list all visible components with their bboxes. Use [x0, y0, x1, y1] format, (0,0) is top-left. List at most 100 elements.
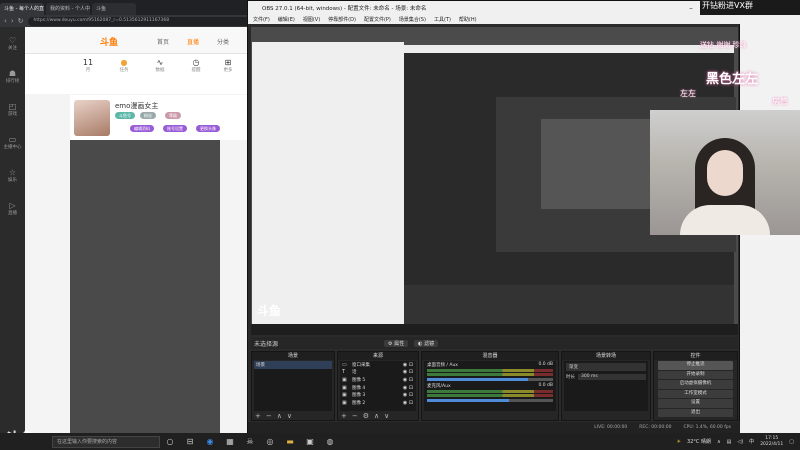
start-recording-button[interactable]: 开始录制 — [658, 370, 733, 379]
overlay-text: 房管 — [772, 97, 788, 106]
transition-select[interactable]: 渐变 — [566, 363, 646, 371]
rail-item-fun[interactable]: ☆ 娱乐 — [0, 159, 25, 192]
url-input[interactable]: https://www.douyu.com/95162087_r=0.51356… — [27, 16, 250, 26]
filters-button[interactable]: ◐ 滤镜 — [414, 339, 439, 347]
exit-button[interactable]: 退出 — [658, 408, 733, 417]
scene-item[interactable]: 场景 — [254, 361, 332, 369]
settings-button[interactable]: 设置 — [658, 399, 733, 408]
stats-row: 11 月 ● 任务 ∿ 数据 ◷ 提醒 ⊞ 更多 — [25, 54, 250, 94]
menu-file[interactable]: 文件(F) — [253, 16, 270, 23]
stop-streaming-button[interactable]: 停止推流 — [658, 361, 733, 370]
menu-profile[interactable]: 配置文件(P) — [364, 16, 391, 23]
menu-docks[interactable]: 停靠部件(D) — [328, 16, 356, 23]
eye-icon[interactable]: ◉ ⊡ — [403, 385, 416, 391]
network-icon[interactable]: ▤ — [727, 439, 732, 445]
menu-help[interactable]: 帮助(H) — [459, 16, 477, 23]
eye-icon[interactable]: ◉ ⊡ — [403, 369, 416, 375]
chevron-up-icon[interactable]: ∧ — [717, 439, 721, 445]
source-item[interactable]: ▣ 图像 5 ◉ ⊡ — [340, 376, 416, 384]
rail-item-live[interactable]: ▷ 直播 — [0, 192, 25, 225]
source-item[interactable]: ▣ 图像 3 ◉ ⊡ — [340, 391, 416, 399]
stat-item[interactable]: 11 月 — [73, 58, 103, 73]
reload-icon[interactable]: ↻ — [18, 17, 24, 25]
add-icon[interactable]: + — [255, 412, 261, 420]
source-item[interactable]: ▣ 图像 4 ◉ ⊡ — [340, 384, 416, 392]
rail-item-center[interactable]: ▭ 主播中心 — [0, 126, 25, 159]
properties-button[interactable]: ⚙ 属性 — [384, 339, 409, 347]
edge-icon[interactable]: ◉ — [200, 437, 220, 446]
eye-icon[interactable]: ◉ ⊡ — [403, 400, 416, 406]
folder-icon[interactable]: ▬ — [280, 437, 300, 446]
steam-icon[interactable]: ◎ — [260, 437, 280, 446]
task-view-icon[interactable]: ⊟ — [180, 437, 200, 446]
forward-icon[interactable]: › — [11, 17, 14, 25]
up-icon[interactable]: ∧ — [277, 412, 282, 420]
rail-item-rank[interactable]: ☗ 排行榜 — [0, 60, 25, 93]
eye-icon[interactable]: ◉ ⊡ — [403, 377, 416, 383]
remove-icon[interactable]: − — [352, 412, 358, 420]
cpu-status: CPU: 1.4%, 60.00 fps — [683, 425, 732, 430]
add-icon[interactable]: + — [341, 412, 347, 420]
menu-tools[interactable]: 工具(T) — [434, 16, 451, 23]
studio-mode-button[interactable]: 工作室模式 — [658, 389, 733, 398]
edit-profile-button[interactable]: 编辑资料 — [130, 125, 154, 132]
browser-tab[interactable]: 我的资料 - 个人中心 - 斗鱼 — [46, 3, 90, 15]
duration-input[interactable]: 300 ms — [578, 374, 646, 380]
skull-app-icon[interactable]: ☠ — [240, 437, 260, 446]
up-icon[interactable]: ∧ — [374, 412, 379, 420]
nav-home[interactable]: 首页 — [157, 37, 169, 46]
stat-item[interactable]: ⊞ 更多 — [213, 58, 243, 73]
obs-title-text: OBS 27.0.1 (64-bit, windows) - 配置文件: 未命名… — [262, 5, 427, 12]
gear-icon[interactable]: ⚙ — [363, 412, 369, 420]
douyu-logo[interactable]: 斗鱼 — [100, 35, 118, 48]
dock-title: 场景 — [252, 352, 334, 360]
left-rail: ♡ 关注 ☗ 排行榜 ◰ 游戏 ▭ 主播中心 ☆ 娱乐 ▷ 直播 — [0, 27, 25, 450]
eye-icon[interactable]: ◉ ⊡ — [403, 392, 416, 398]
remove-icon[interactable]: − — [266, 412, 272, 420]
change-avatar-button[interactable]: 更换头像 — [196, 125, 220, 132]
overlay-title: 黑色左左 — [706, 72, 759, 87]
menu-view[interactable]: 视图(V) — [303, 16, 320, 23]
avatar[interactable] — [74, 100, 110, 136]
eye-icon[interactable]: ◉ ⊡ — [403, 362, 416, 368]
virtual-camera-button[interactable]: 启动虚拟摄像机 — [658, 380, 733, 389]
account-settings-button[interactable]: 账号设置 — [163, 125, 187, 132]
obs-icon[interactable]: ◍ — [320, 437, 340, 446]
notification-icon[interactable]: ▢ — [789, 439, 794, 445]
browser-tab[interactable]: 斗鱼 - 每个人的直播平台 — [0, 3, 44, 15]
source-item[interactable]: ▣ 图像 2 ◉ ⊡ — [340, 399, 416, 407]
source-item[interactable]: ▭ 窗口采集 ◉ ⊡ — [340, 361, 416, 369]
transitions-dock: 场景转场 渐变 时长 300 ms — [561, 351, 651, 421]
volume-icon[interactable]: ◁) — [737, 439, 743, 445]
browser-tab[interactable]: 斗鱼 — [92, 3, 136, 15]
badge: 粉丝 — [140, 112, 156, 119]
weather-text[interactable]: 32°C 晴朗 — [687, 438, 711, 445]
rail-item-follow[interactable]: ♡ 关注 — [0, 27, 25, 60]
down-icon[interactable]: ∨ — [384, 412, 389, 420]
source-item[interactable]: T 话 ◉ ⊡ — [340, 369, 416, 377]
menu-edit[interactable]: 编辑(E) — [278, 16, 295, 23]
search-icon[interactable]: ○ — [160, 437, 180, 446]
ime-indicator[interactable]: 中 — [749, 438, 754, 445]
clock-icon: ◷ — [192, 58, 200, 67]
stat-item[interactable]: ● 任务 — [109, 58, 139, 73]
clock[interactable]: 17:15 2022/4/11 — [760, 436, 783, 448]
menu-scene-collection[interactable]: 场景集合(S) — [399, 16, 426, 23]
store-icon[interactable]: ▦ — [220, 437, 240, 446]
stat-item[interactable]: ◷ 提醒 — [181, 58, 211, 73]
app-icon[interactable]: ▣ — [300, 437, 320, 446]
rail-item-game[interactable]: ◰ 游戏 — [0, 93, 25, 126]
volume-slider[interactable] — [427, 399, 553, 402]
minimize-icon[interactable]: – — [681, 4, 701, 12]
overlay-text: 左左 — [680, 89, 696, 98]
down-icon[interactable]: ∨ — [287, 412, 292, 420]
star-icon: ☆ — [8, 168, 17, 177]
volume-slider[interactable] — [427, 378, 553, 381]
nav-live[interactable]: 直播 — [187, 37, 199, 46]
more-icon: ⊞ — [224, 58, 232, 67]
taskbar-search[interactable]: 在这里输入你要搜索的内容 — [52, 435, 160, 448]
nav-category[interactable]: 分类 — [217, 37, 229, 46]
stat-item[interactable]: ∿ 数据 — [145, 58, 175, 73]
back-icon[interactable]: ‹ — [4, 17, 7, 25]
preview-logo: 斗鱼 — [257, 304, 282, 318]
